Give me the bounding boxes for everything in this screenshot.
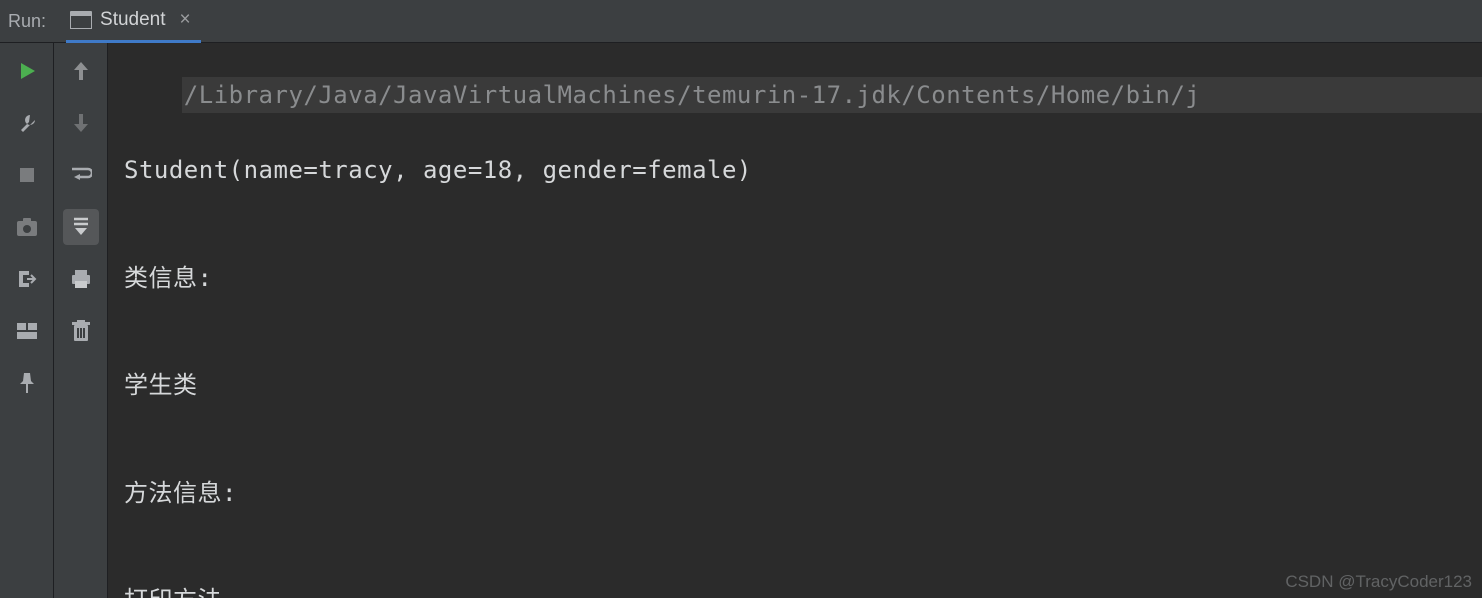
- soft-wrap-button[interactable]: [63, 157, 99, 193]
- application-icon: [70, 10, 92, 30]
- output-line: 类信息:: [124, 253, 1482, 305]
- run-label: Run:: [8, 11, 46, 32]
- pin-button[interactable]: [9, 365, 45, 401]
- console-actions-toolbar: [54, 43, 108, 598]
- down-arrow-icon[interactable]: [63, 105, 99, 141]
- run-tool-header: Run: Student ×: [0, 0, 1482, 43]
- camera-icon[interactable]: [9, 209, 45, 245]
- watermark: CSDN @TracyCoder123: [1285, 572, 1472, 592]
- run-actions-toolbar: [0, 43, 54, 598]
- run-tab-student[interactable]: Student ×: [66, 0, 201, 43]
- trash-button[interactable]: [63, 313, 99, 349]
- exit-button[interactable]: [9, 261, 45, 297]
- stop-button[interactable]: [9, 157, 45, 193]
- output-line: 方法信息:: [124, 468, 1482, 520]
- command-line: /Library/Java/JavaVirtualMachines/temuri…: [182, 77, 1482, 113]
- close-icon[interactable]: ×: [180, 10, 191, 29]
- output-line: 学生类: [124, 360, 1482, 412]
- wrench-button[interactable]: [9, 105, 45, 141]
- output-line: Student(name=tracy, age=18, gender=femal…: [124, 145, 1482, 197]
- up-arrow-icon[interactable]: [63, 53, 99, 89]
- print-button[interactable]: [63, 261, 99, 297]
- rerun-button[interactable]: [9, 53, 45, 89]
- scroll-to-end-button[interactable]: [63, 209, 99, 245]
- tab-label: Student: [100, 9, 166, 31]
- console-output[interactable]: /Library/Java/JavaVirtualMachines/temuri…: [108, 43, 1482, 598]
- layout-button[interactable]: [9, 313, 45, 349]
- output-line: 打印方法: [124, 575, 1482, 598]
